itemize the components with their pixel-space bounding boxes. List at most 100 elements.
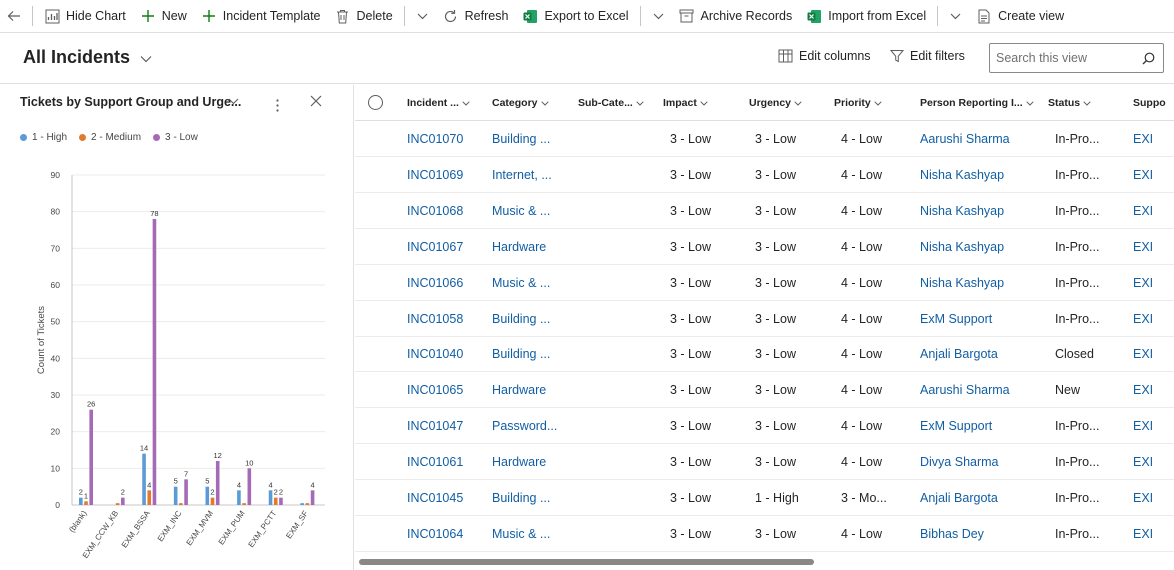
- close-icon[interactable]: [310, 95, 322, 107]
- cell-incident[interactable]: INC01068: [407, 193, 463, 229]
- table-row[interactable]: INC01045 Building ... 3 - Low 1 - High 3 - M…: [355, 480, 1174, 516]
- legend-item-medium[interactable]: 2 - Medium: [79, 132, 141, 143]
- cell-incident[interactable]: INC01070: [407, 121, 463, 157]
- back-arrow-icon[interactable]: [0, 0, 28, 33]
- create-view-button[interactable]: Create view: [969, 0, 1071, 33]
- cell-person-reporting[interactable]: Nisha Kashyap: [920, 193, 1004, 229]
- edit-filters-button[interactable]: Edit filters: [890, 49, 965, 63]
- edit-columns-button[interactable]: Edit columns: [778, 49, 871, 63]
- cell-urgency: 1 - High: [755, 491, 799, 505]
- legend-item-high[interactable]: 1 - High: [20, 132, 67, 143]
- cell-category[interactable]: Building ...: [492, 480, 550, 516]
- hide-chart-button[interactable]: Hide Chart: [37, 0, 133, 33]
- cell-person-reporting[interactable]: Aarushi Sharma: [920, 121, 1010, 157]
- column-header-sub-category[interactable]: Sub-Cate...: [578, 85, 644, 121]
- cell-incident[interactable]: INC01061: [407, 444, 463, 480]
- delete-button[interactable]: Delete: [328, 0, 400, 33]
- table-row[interactable]: INC01058 Building ... 3 - Low 3 - Low 4 - Lo…: [355, 301, 1174, 337]
- cell-person-reporting[interactable]: Aarushi Sharma: [920, 372, 1010, 408]
- table-row[interactable]: INC01065 Hardware 3 - Low 3 - Low 4 - Low Aar…: [355, 372, 1174, 409]
- table-row[interactable]: INC01068 Music & ... 3 - Low 3 - Low 4 - Low…: [355, 193, 1174, 229]
- cell-category[interactable]: Hardware: [492, 229, 546, 265]
- cell-category[interactable]: Hardware: [492, 372, 546, 408]
- column-header-person-reporting[interactable]: Person Reporting I...: [920, 85, 1034, 121]
- column-header-urgency[interactable]: Urgency: [749, 85, 802, 121]
- cell-category[interactable]: Music & ...: [492, 265, 550, 301]
- column-header-priority[interactable]: Priority: [834, 85, 882, 121]
- x-tick-label: EXM_SF: [284, 509, 310, 540]
- column-header-category[interactable]: Category: [492, 85, 549, 121]
- cell-support-group[interactable]: EXI: [1133, 480, 1153, 516]
- cell-support-group[interactable]: EXI: [1133, 516, 1153, 552]
- cell-person-reporting[interactable]: Divya Sharma: [920, 444, 999, 480]
- export-to-excel-button[interactable]: Export to Excel: [515, 0, 635, 33]
- chevron-down-icon[interactable]: [409, 0, 436, 33]
- cell-support-group[interactable]: EXI: [1133, 193, 1153, 229]
- cell-category[interactable]: Music & ...: [492, 516, 550, 552]
- cell-incident[interactable]: INC01064: [407, 516, 463, 552]
- cell-person-reporting[interactable]: ExM Support: [920, 408, 992, 444]
- cell-incident[interactable]: INC01067: [407, 229, 463, 265]
- cell-person-reporting[interactable]: Anjali Bargota: [920, 480, 998, 516]
- cell-support-group[interactable]: EXI: [1133, 157, 1153, 193]
- incident-template-button[interactable]: Incident Template: [194, 0, 328, 33]
- table-row[interactable]: INC01069 Internet, ... 3 - Low 3 - Low 4 - L…: [355, 157, 1174, 193]
- cell-incident[interactable]: INC01065: [407, 372, 463, 408]
- cell-incident[interactable]: INC01066: [407, 265, 463, 301]
- horizontal-scrollbar[interactable]: [359, 559, 814, 565]
- more-options-icon[interactable]: [276, 99, 279, 112]
- chevron-down-icon[interactable]: [942, 0, 969, 33]
- import-from-excel-button[interactable]: Import from Excel: [799, 0, 933, 33]
- chart-selector-chevron-icon[interactable]: [228, 98, 239, 105]
- column-header-status[interactable]: Status: [1048, 85, 1091, 121]
- cell-category[interactable]: Building ...: [492, 301, 550, 337]
- table-row[interactable]: INC01047 Password... 3 - Low 3 - Low 4 - Low…: [355, 408, 1174, 445]
- table-row[interactable]: INC01070 Building ... 3 - Low 3 - Low 4 - Lo…: [355, 121, 1174, 157]
- cell-support-group[interactable]: EXI: [1133, 372, 1153, 408]
- cell-support-group[interactable]: EXI: [1133, 444, 1153, 480]
- view-selector[interactable]: All Incidents: [23, 47, 152, 68]
- cell-incident[interactable]: INC01040: [407, 336, 463, 372]
- new-button[interactable]: New: [133, 0, 194, 33]
- cell-support-group[interactable]: EXI: [1133, 301, 1153, 337]
- cell-person-reporting[interactable]: Anjali Bargota: [920, 336, 998, 372]
- refresh-button[interactable]: Refresh: [436, 0, 516, 33]
- table-row[interactable]: INC01066 Music & ... 3 - Low 3 - Low 4 - Low…: [355, 265, 1174, 301]
- table-row[interactable]: INC01064 Music & ... 3 - Low 3 - Low 4 - Low…: [355, 516, 1174, 552]
- cell-incident[interactable]: INC01058: [407, 301, 463, 337]
- column-header-support-group[interactable]: Suppo: [1133, 85, 1166, 121]
- cell-support-group[interactable]: EXI: [1133, 408, 1153, 444]
- table-row[interactable]: INC01061 Hardware 3 - Low 3 - Low 4 - Low Div…: [355, 444, 1174, 481]
- search-icon[interactable]: [1135, 52, 1161, 65]
- search-input[interactable]: [990, 45, 1135, 71]
- cell-category[interactable]: Building ...: [492, 121, 550, 157]
- column-header-impact[interactable]: Impact: [663, 85, 708, 121]
- cell-person-reporting[interactable]: Nisha Kashyap: [920, 229, 1004, 265]
- cell-incident[interactable]: INC01069: [407, 157, 463, 193]
- cell-category[interactable]: Music & ...: [492, 193, 550, 229]
- cell-person-reporting[interactable]: Nisha Kashyap: [920, 265, 1004, 301]
- legend-item-low[interactable]: 3 - Low: [153, 132, 198, 143]
- cell-support-group[interactable]: EXI: [1133, 336, 1153, 372]
- cell-support-group[interactable]: EXI: [1133, 229, 1153, 265]
- cell-support-group[interactable]: EXI: [1133, 265, 1153, 301]
- data-label: 2: [279, 488, 283, 497]
- cell-category[interactable]: Building ...: [492, 336, 550, 372]
- cell-incident[interactable]: INC01045: [407, 480, 463, 516]
- cell-incident[interactable]: INC01047: [407, 408, 463, 444]
- chevron-down-icon[interactable]: [645, 0, 672, 33]
- cell-support-group[interactable]: EXI: [1133, 121, 1153, 157]
- cell-category[interactable]: Password...: [492, 408, 557, 444]
- cell-urgency: 3 - Low: [755, 239, 796, 254]
- cell-person-reporting[interactable]: Nisha Kashyap: [920, 157, 1004, 193]
- cell-person-reporting[interactable]: Bibhas Dey: [920, 516, 984, 552]
- cell-category[interactable]: Internet, ...: [492, 157, 552, 193]
- archive-records-button[interactable]: Archive Records: [672, 0, 800, 33]
- cell-category[interactable]: Hardware: [492, 444, 546, 480]
- column-header-incident[interactable]: Incident ...: [407, 85, 470, 121]
- cell-person-reporting[interactable]: ExM Support: [920, 301, 992, 337]
- cell-urgency: 3 - Low: [755, 383, 796, 398]
- table-row[interactable]: INC01067 Hardware 3 - Low 3 - Low 4 - Low Nis…: [355, 229, 1174, 265]
- select-all-radio[interactable]: [368, 95, 383, 110]
- table-row[interactable]: INC01040 Building ... 3 - Low 3 - Low 4 - Lo…: [355, 336, 1174, 373]
